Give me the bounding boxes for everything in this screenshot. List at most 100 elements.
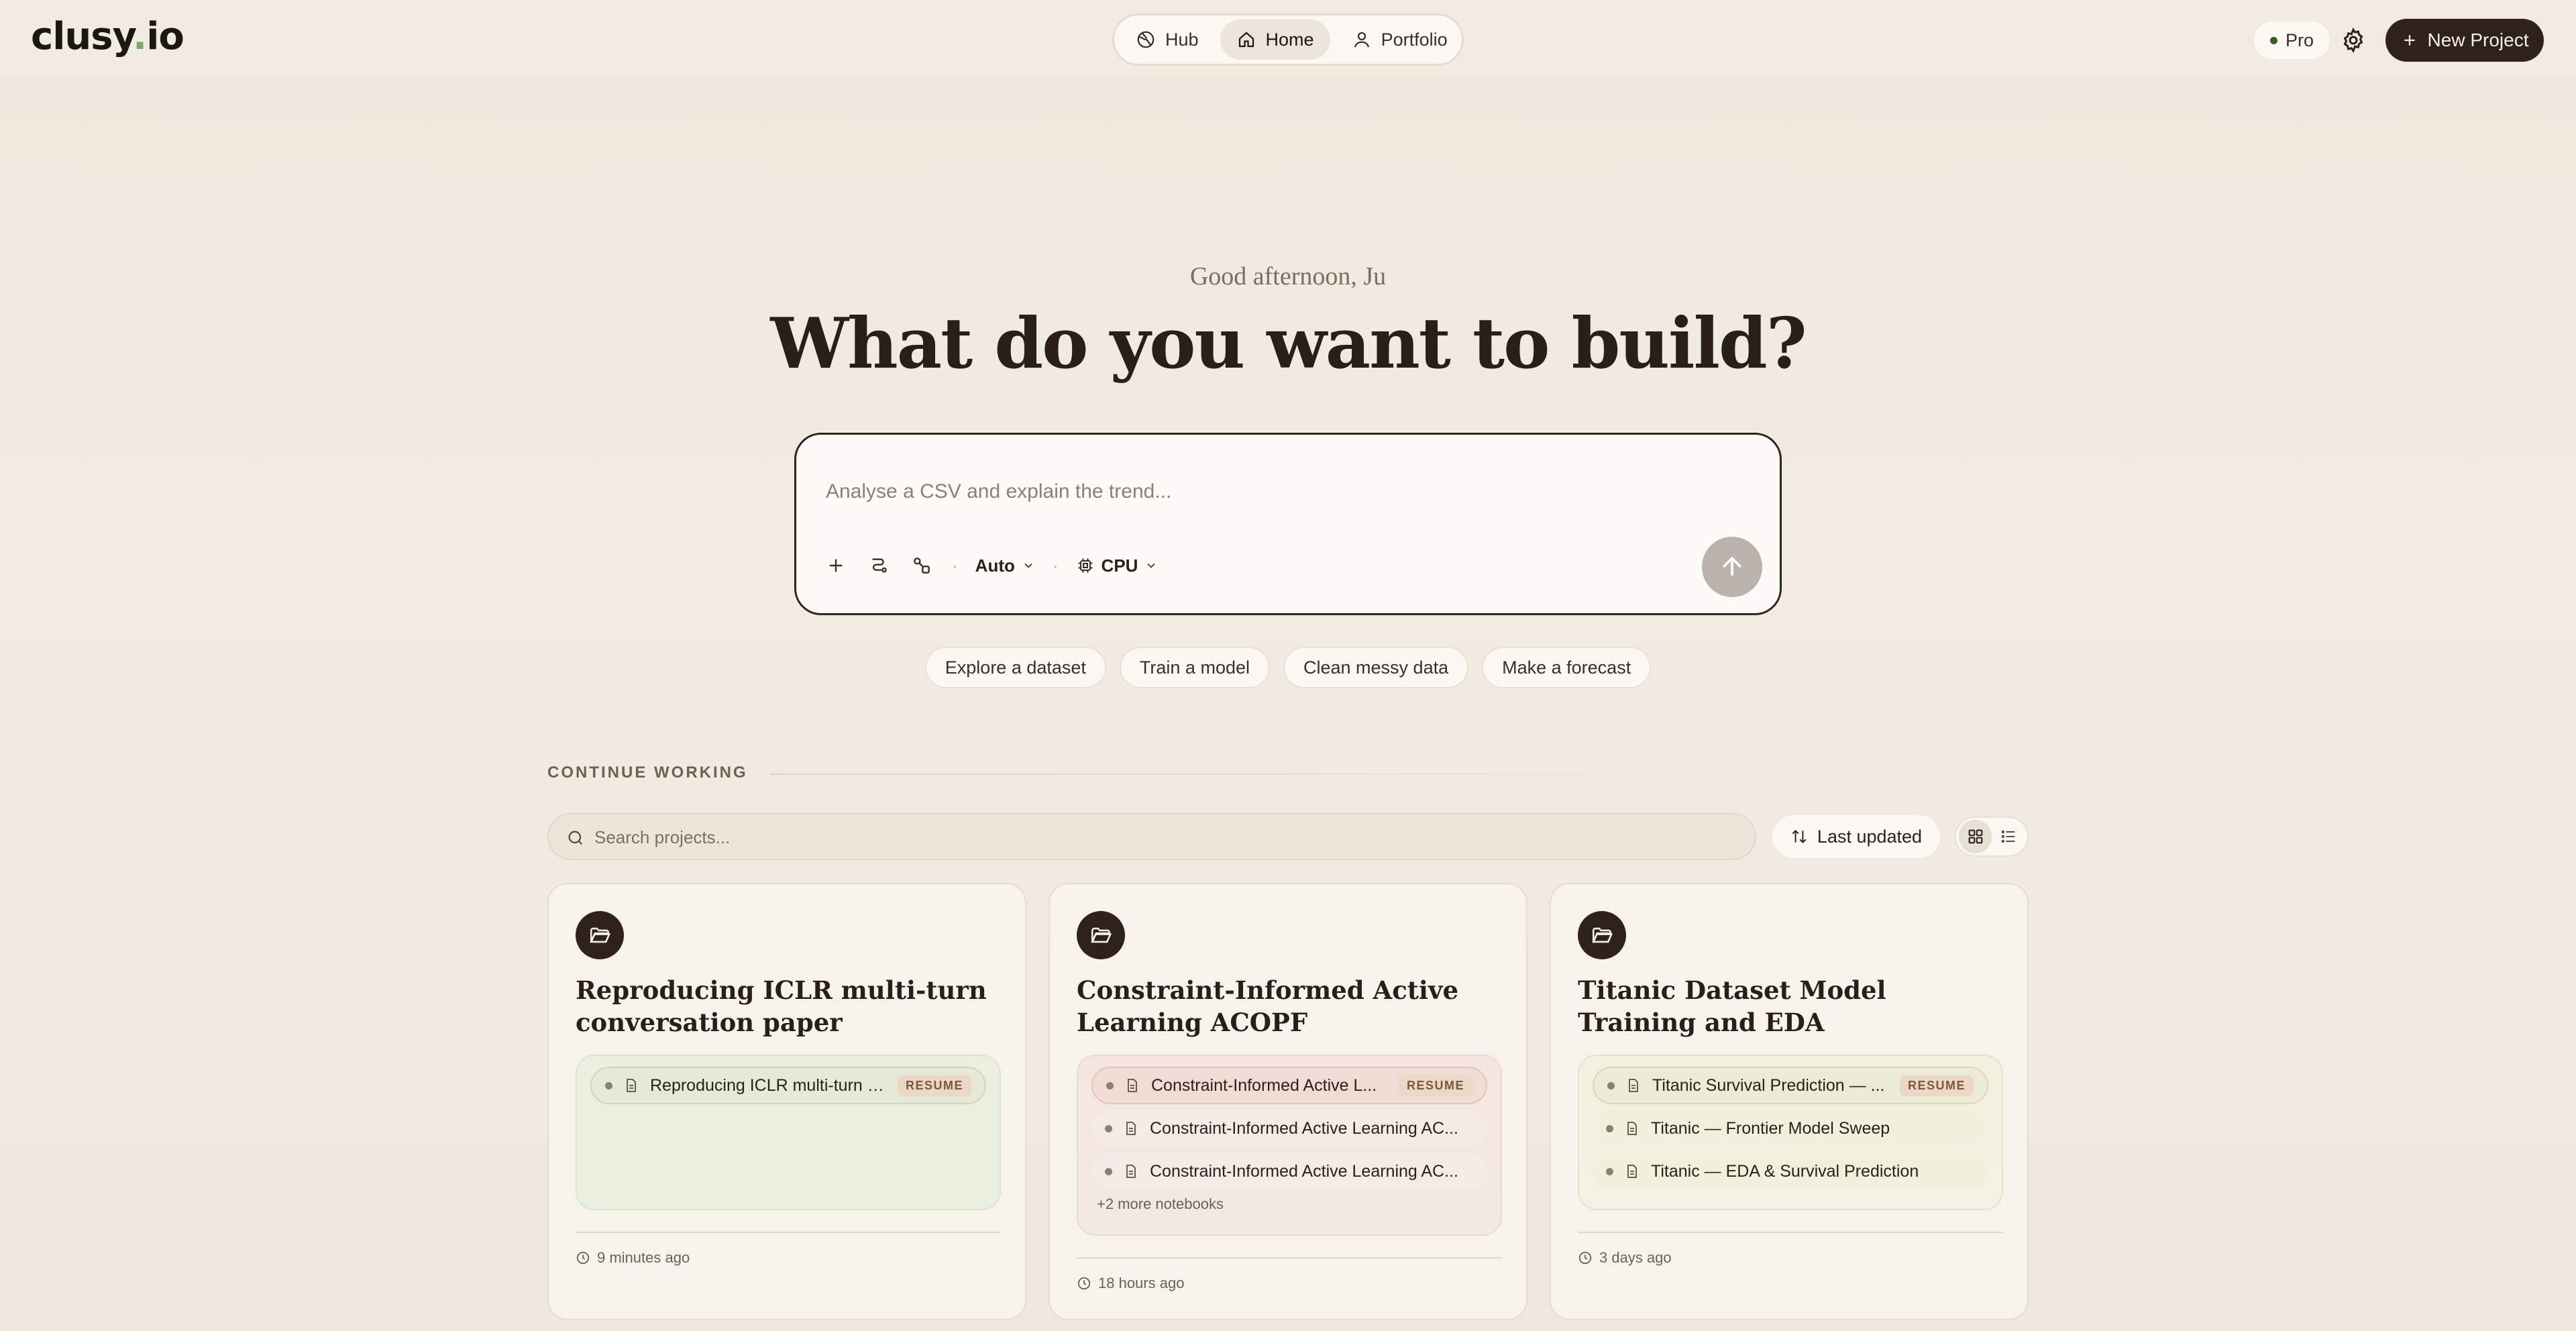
- gear-icon[interactable]: [2340, 27, 2367, 54]
- globe-icon: [1137, 31, 1155, 48]
- document-icon: [1629, 1079, 1638, 1092]
- status-dot: [1607, 1081, 1615, 1089]
- sort-button[interactable]: Last updated: [1772, 815, 1940, 858]
- search-input[interactable]: [594, 821, 1735, 853]
- project-card[interactable]: Reproducing ICLR multi-turn conversation…: [547, 883, 1026, 1320]
- nav-item-label: Hub: [1165, 29, 1199, 50]
- nav-item-portfolio[interactable]: Portfolio: [1336, 19, 1464, 60]
- notebook-item[interactable]: Constraint-Informed Active Learning AC..…: [1091, 1153, 1487, 1190]
- sort-label: Last updated: [1817, 826, 1923, 847]
- prompt-toolbar: · Auto · CPU: [823, 549, 1158, 582]
- document-icon: [1128, 1079, 1137, 1092]
- folder-icon: [1077, 911, 1125, 959]
- time-label: 9 minutes ago: [597, 1249, 690, 1266]
- notebook-item[interactable]: Titanic — Frontier Model Sweep: [1593, 1110, 1988, 1147]
- divider: [1578, 1232, 2003, 1233]
- top-bar: clusy.io Hub Home Portfolio Pro New Proj…: [0, 0, 2576, 81]
- new-project-label: New Project: [2427, 30, 2529, 50]
- logo[interactable]: clusy.io: [31, 15, 184, 58]
- updated-time: 9 minutes ago: [576, 1249, 690, 1267]
- suggestion-chip[interactable]: Train a model: [1119, 647, 1270, 688]
- separator: ·: [952, 555, 958, 576]
- project-card[interactable]: Titanic Dataset Model Training and EDA T…: [1550, 883, 2029, 1320]
- logo-dot: .: [132, 15, 147, 58]
- list-view-button[interactable]: [1992, 820, 2025, 853]
- divider: [1077, 1257, 1502, 1259]
- notebook-item[interactable]: Constraint-Informed Active L... RESUME: [1091, 1067, 1487, 1104]
- main-nav: Hub Home Portfolio: [1112, 13, 1464, 66]
- notebook-name: Titanic — Frontier Model Sweep: [1651, 1118, 1890, 1138]
- status-dot: [1606, 1124, 1613, 1132]
- status-dot: [605, 1081, 612, 1089]
- notebook-item[interactable]: Constraint-Informed Active Learning AC..…: [1091, 1110, 1487, 1147]
- grid-view-button[interactable]: [1959, 820, 1992, 853]
- nav-item-home[interactable]: Home: [1220, 19, 1330, 60]
- page-title: What do you want to build?: [770, 302, 1807, 384]
- compute-select[interactable]: CPU: [1076, 555, 1159, 576]
- cpu-icon: [1078, 558, 1093, 573]
- project-card[interactable]: Constraint-Informed Active Learning ACOP…: [1049, 883, 1527, 1320]
- prompt-input[interactable]: [826, 475, 1698, 509]
- plan-badge[interactable]: Pro: [2254, 21, 2330, 59]
- document-icon: [1627, 1165, 1637, 1178]
- project-search: [547, 813, 1756, 860]
- notebook-name: Titanic Survival Prediction — ...: [1652, 1075, 1885, 1095]
- view-toggle: [1955, 816, 2029, 857]
- plus-icon: [2404, 35, 2415, 46]
- clock-icon: [1578, 1251, 1592, 1265]
- send-button[interactable]: [1702, 537, 1762, 597]
- more-notebooks-link[interactable]: +2 more notebooks: [1091, 1195, 1487, 1213]
- notebook-name: Constraint-Informed Active L...: [1151, 1075, 1377, 1095]
- time-label: 3 days ago: [1599, 1249, 1672, 1266]
- connect-button[interactable]: [909, 553, 934, 578]
- status-dot: [1606, 1167, 1613, 1175]
- user-icon: [1354, 32, 1369, 48]
- workflow-icon: [872, 558, 887, 573]
- attach-button[interactable]: [823, 553, 849, 578]
- divider: [576, 1232, 1001, 1233]
- document-icon: [1627, 1122, 1637, 1135]
- document-icon: [1126, 1122, 1136, 1135]
- suggestion-chip[interactable]: Make a forecast: [1482, 647, 1652, 688]
- sort-icon: [1792, 829, 1807, 844]
- resume-badge: RESUME: [1899, 1075, 1974, 1096]
- nav-item-label: Home: [1265, 29, 1314, 50]
- greeting: Good afternoon, Ju: [1189, 262, 1387, 290]
- notebook-name: Titanic — EDA & Survival Prediction: [1651, 1161, 1919, 1181]
- chevron-down-icon: [1024, 563, 1032, 568]
- chevron-down-icon: [1147, 563, 1156, 568]
- arrow-up-icon: [1722, 556, 1742, 576]
- notebook-list: Constraint-Informed Active L... RESUME C…: [1077, 1055, 1502, 1236]
- nav-item-hub[interactable]: Hub: [1120, 19, 1215, 60]
- notebook-item[interactable]: Titanic — EDA & Survival Prediction: [1593, 1153, 1988, 1190]
- mode-select[interactable]: Auto: [975, 555, 1035, 576]
- notebook-item[interactable]: Reproducing ICLR multi-turn c... RESUME: [590, 1067, 986, 1104]
- clock-icon: [1077, 1277, 1091, 1290]
- plus-icon: [829, 559, 843, 572]
- notebook-list: Reproducing ICLR multi-turn c... RESUME: [576, 1055, 1001, 1210]
- notebook-list: Titanic Survival Prediction — ... RESUME…: [1578, 1055, 2003, 1210]
- logo-tld: io: [146, 15, 184, 58]
- status-dot: [2270, 36, 2277, 44]
- folder-icon: [1578, 911, 1626, 959]
- status-dot: [1105, 1124, 1112, 1132]
- folder-icon: [576, 911, 624, 959]
- separator: ·: [1052, 555, 1059, 576]
- notebook-name: Constraint-Informed Active Learning AC..…: [1150, 1118, 1458, 1138]
- resume-badge: RESUME: [897, 1075, 971, 1096]
- divider: [770, 774, 1790, 775]
- project-title: Constraint-Informed Active Learning ACOP…: [1077, 975, 1458, 1037]
- suggestion-chip[interactable]: Explore a dataset: [924, 647, 1106, 688]
- home-icon: [1238, 32, 1254, 48]
- section-title: CONTINUE WORKING: [547, 763, 748, 782]
- grid-icon: [1968, 829, 1982, 844]
- updated-time: 3 days ago: [1578, 1249, 1672, 1267]
- notebook-item[interactable]: Titanic Survival Prediction — ... RESUME: [1593, 1067, 1988, 1104]
- nav-item-label: Portfolio: [1381, 29, 1448, 50]
- suggestion-chips: Explore a dataset Train a model Clean me…: [0, 647, 2576, 688]
- suggestion-chip[interactable]: Clean messy data: [1283, 647, 1469, 688]
- notebook-name: Constraint-Informed Active Learning AC..…: [1150, 1161, 1458, 1181]
- workflow-button[interactable]: [866, 553, 892, 578]
- new-project-button[interactable]: New Project: [2385, 19, 2544, 62]
- updated-time: 18 hours ago: [1077, 1275, 1184, 1292]
